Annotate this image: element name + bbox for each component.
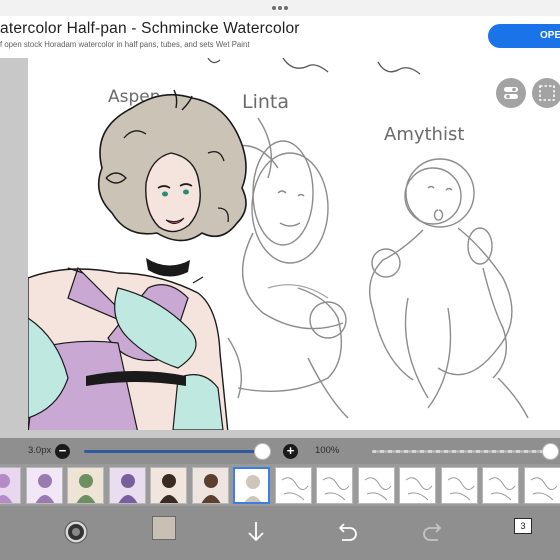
ad-banner[interactable]: atercolor Half-pan - Schmincke Watercolo… [0,16,560,59]
bottom-toolbar [0,506,560,560]
layer-thumbnail[interactable] [274,467,312,504]
layer-preview [118,474,137,503]
selection-button[interactable] [532,78,560,108]
import-button[interactable] [240,516,272,548]
layer-preview [364,477,391,501]
color-swatch[interactable] [152,516,176,540]
layer-preview [0,474,13,503]
selection-icon [539,85,555,101]
opacity-slider-knob[interactable] [542,443,559,460]
ad-title[interactable]: atercolor Half-pan - Schmincke Watercolo… [0,20,300,38]
layer-preview [76,474,96,503]
layer-thumbnail[interactable] [191,467,229,504]
layer-thumbnail[interactable] [25,467,63,504]
layer-thumbnail[interactable] [482,467,519,504]
layer-thumbnail[interactable] [357,467,395,504]
opacity-slider[interactable] [372,450,550,453]
layer-thumbnail[interactable] [233,467,270,504]
layer-thumbnail[interactable] [108,467,146,504]
brush-size-decrease-button[interactable]: − [55,444,70,459]
ad-open-button[interactable]: OPEN [488,24,560,48]
sketch-amythist [369,158,529,419]
artwork: Aspen Linta Amythist [28,58,529,430]
toggle-button[interactable] [496,78,526,108]
handle-dot [278,6,282,10]
redo-button[interactable] [418,516,450,548]
layer-thumbnail[interactable] [0,467,21,504]
brush-picker-icon [64,520,88,544]
layer-thumbnail[interactable] [399,467,436,504]
layer-thumbnail[interactable] [523,467,560,504]
layer-thumbnail[interactable] [150,467,187,504]
character-label: Linta [242,91,289,113]
layers-button[interactable]: 3 [514,518,532,534]
opacity-label: 100% [315,445,340,456]
layer-preview [201,474,220,503]
brush-picker-button[interactable] [60,516,92,548]
top-handle [0,0,560,16]
layer-preview [488,477,516,501]
brush-size-increase-button[interactable]: + [283,444,298,459]
layer-thumbnail[interactable] [440,467,478,504]
canvas-area[interactable]: Aspen Linta Amythist [0,58,560,438]
layer-strip [0,464,560,506]
layer-preview [281,477,308,501]
redo-icon [423,523,442,541]
drawing-canvas[interactable]: Aspen Linta Amythist [28,58,560,430]
layer-thumbnail[interactable] [67,467,104,504]
layer-preview [322,477,350,501]
brush-settings-bar: 3.0px − + 100% [0,440,560,464]
undo-icon [338,523,357,541]
layer-preview [447,477,474,501]
brush-size-label: 3.0px [28,445,52,456]
toggle-icon [504,87,518,99]
layer-thumbnail[interactable] [316,467,353,504]
layer-preview [244,475,262,502]
character-label: Amythist [384,124,464,145]
handle-dot [272,6,276,10]
brush-size-slider-knob[interactable] [254,443,272,460]
layer-preview [405,477,433,501]
aspen-figure [28,89,247,430]
ad-description: f open stock Horadam watercolor in half … [0,40,250,49]
undo-button[interactable] [330,516,362,548]
layer-preview [159,474,179,503]
layer-preview [530,477,557,501]
layer-preview [35,474,54,503]
handle-dot [284,6,288,10]
import-icon [248,522,264,542]
brush-size-slider[interactable] [84,450,268,453]
